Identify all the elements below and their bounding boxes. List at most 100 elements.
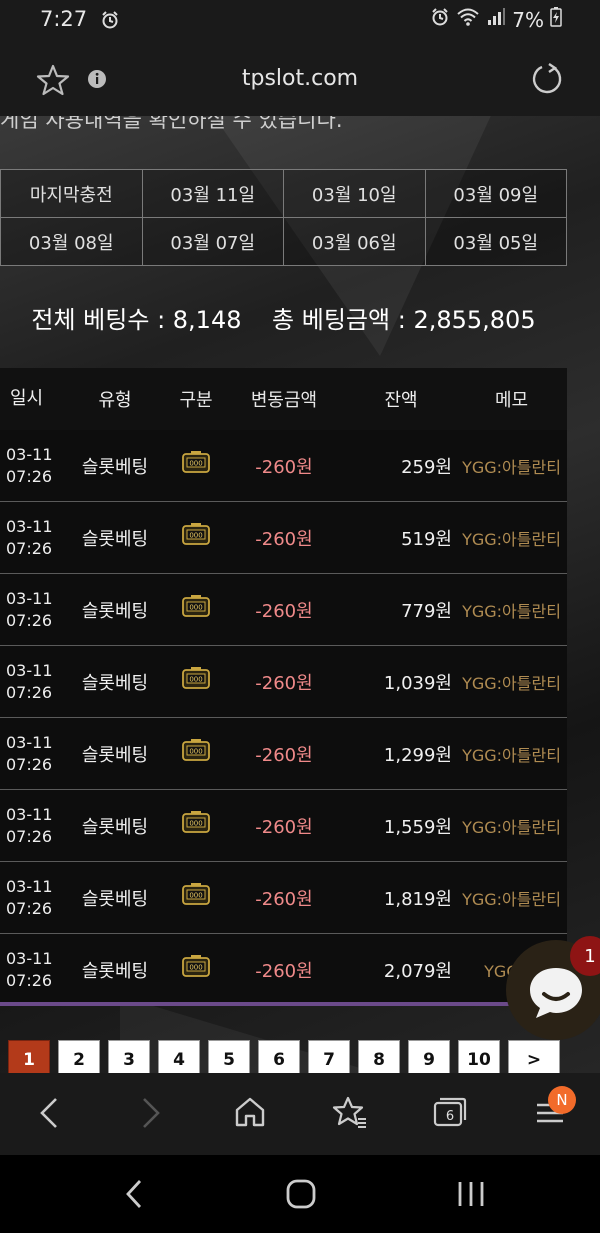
row-type: 슬롯베팅 [81, 456, 149, 478]
row-date: 03-11 [6, 876, 53, 896]
row-memo: YGG:아틀란티 [462, 745, 561, 765]
row-datetime: 03-11 07:26 [0, 660, 60, 704]
row-balance: 259원 [401, 456, 452, 478]
header-kind: 구분 [179, 390, 213, 411]
page-button[interactable]: 6 [258, 1040, 300, 1073]
slot-machine-icon: 000 [170, 666, 222, 697]
page-button[interactable]: 8 [358, 1040, 400, 1073]
page-content: 게임 사용내역을 확인하실 수 있습니다. 마지막충전 03월 11일 03월 … [0, 116, 600, 1073]
row-amount: -260원 [255, 672, 313, 694]
next-page-button[interactable]: > [508, 1040, 560, 1073]
date-tab[interactable]: 03월 10일 [283, 169, 426, 218]
svg-text:000: 000 [189, 748, 202, 756]
row-date: 03-11 [6, 516, 53, 536]
row-amount: -260원 [255, 888, 313, 910]
table-header: 일시 유형 구분 변동금액 잔액 메모 [0, 368, 567, 430]
page-button[interactable]: 3 [108, 1040, 150, 1073]
row-type: 슬롯베팅 [81, 888, 149, 910]
svg-text:000: 000 [189, 604, 202, 612]
row-balance: 779원 [401, 600, 452, 622]
slot-machine-icon: 000 [170, 882, 222, 913]
description-text: 게임 사용내역을 확인하실 수 있습니다. [0, 116, 343, 132]
url-text[interactable]: tpslot.com [0, 66, 600, 91]
row-time: 07:26 [6, 466, 53, 486]
date-tab[interactable]: 03월 08일 [0, 217, 143, 266]
page-button[interactable]: 4 [158, 1040, 200, 1073]
date-tab[interactable]: 03월 07일 [141, 217, 284, 266]
reload-icon[interactable] [530, 62, 564, 100]
slot-machine-icon: 000 [170, 450, 222, 481]
table-row: 03-11 07:26 슬롯베팅 000 -260원 1,299원 YGG:아틀란티 [0, 718, 567, 790]
slot-machine-icon: 000 [170, 954, 222, 985]
row-balance: 1,299원 [383, 744, 452, 766]
table-row: 03-1107:26슬롯베팅000-260원2,079원YGG:아 [0, 934, 567, 1006]
row-type: 슬롯베팅 [81, 960, 149, 982]
table-row: 03-11 07:26 슬롯베팅 000 -260원 1,039원 YGG:아틀란티 [0, 646, 567, 718]
row-date: 03-11 [6, 732, 53, 752]
row-balance: 1,819원 [383, 888, 452, 910]
signal-icon [486, 7, 506, 32]
slot-machine-icon: 000 [170, 522, 222, 553]
table-row: 03-11 07:26 슬롯베팅 000 -260원 519원 YGG:아틀란티 [0, 502, 567, 574]
back-arrow-icon[interactable] [36, 1095, 60, 1135]
page-button[interactable]: 10 [458, 1040, 500, 1073]
betting-summary: 전체 베팅수 : 8,148 총 베팅금액 : 2,855,805 [31, 306, 536, 334]
slot-machine-icon: 000 [170, 594, 222, 625]
pagination: 1 2 3 4 5 6 7 8 9 10 > [8, 1040, 560, 1073]
row-time: 07:26 [6, 898, 53, 918]
row-datetime: 03-11 07:26 [0, 876, 60, 920]
row-datetime: 03-11 07:26 [0, 516, 60, 560]
battery-percent: 7% [512, 7, 544, 32]
row-memo: YGG:아틀란티 [462, 601, 561, 621]
svg-text:000: 000 [189, 676, 202, 684]
alarm-icon [100, 10, 120, 34]
row-time: 07:26 [6, 826, 53, 846]
page-button[interactable]: 1 [8, 1040, 50, 1073]
row-balance: 2,079원 [383, 960, 452, 982]
header-datetime: 일시 [10, 388, 44, 409]
total-amount-label: 총 베팅금액 [272, 306, 391, 334]
date-tab[interactable]: 03월 09일 [424, 169, 567, 218]
system-recents-icon[interactable] [454, 1177, 488, 1215]
tab-count: 6 [445, 1109, 455, 1124]
page-button[interactable]: 7 [308, 1040, 350, 1073]
header-memo: 메모 [494, 390, 529, 411]
system-back-icon[interactable] [122, 1177, 146, 1215]
page-button[interactable]: 5 [208, 1040, 250, 1073]
date-tab-last-charge[interactable]: 마지막충전 [0, 169, 143, 218]
row-balance: 1,039원 [383, 672, 452, 694]
row-time: 07:26 [6, 682, 53, 702]
status-time: 7:27 [40, 7, 88, 31]
table-row: 03-11 07:26 슬롯베팅 000 -260원 1,819원 YGG:아틀란티 [0, 862, 567, 934]
forward-arrow-icon[interactable] [140, 1095, 164, 1135]
total-amount-value: 2,855,805 [413, 306, 536, 334]
menu-notification-badge: N [548, 1086, 576, 1114]
svg-text:000: 000 [189, 532, 202, 540]
home-icon[interactable] [233, 1095, 267, 1133]
row-datetime: 03-11 07:26 [0, 804, 60, 848]
row-date: 03-11 [6, 948, 53, 968]
row-datetime: 03-11 07:26 [0, 588, 60, 632]
row-datetime: 03-11 07:26 [0, 732, 60, 776]
row-type: 슬롯베팅 [81, 600, 149, 622]
page-button[interactable]: 2 [58, 1040, 100, 1073]
row-type: 슬롯베팅 [81, 672, 149, 694]
status-bar: 7:27 7% [0, 0, 600, 44]
betting-history-table: 일시 유형 구분 변동금액 잔액 메모 03-11 07:26 슬롯베팅 000 -26… [0, 368, 567, 1006]
system-home-icon[interactable] [284, 1177, 318, 1215]
row-amount: -260원 [255, 600, 313, 622]
bookmarks-icon[interactable] [332, 1095, 368, 1133]
page-button[interactable]: 9 [408, 1040, 450, 1073]
system-nav-bar [0, 1155, 600, 1233]
wifi-icon [456, 7, 480, 32]
date-tab[interactable]: 03월 06일 [283, 217, 426, 266]
row-time: 07:26 [6, 970, 53, 990]
row-type: 슬롯베팅 [81, 816, 149, 838]
browser-toolbar: tpslot.com [0, 44, 600, 116]
svg-text:000: 000 [189, 820, 202, 828]
alarm-icon [430, 7, 450, 32]
svg-text:000: 000 [189, 892, 202, 900]
date-tab[interactable]: 03월 05일 [424, 217, 567, 266]
date-tab[interactable]: 03월 11일 [141, 169, 284, 218]
row-amount: -260원 [255, 744, 313, 766]
